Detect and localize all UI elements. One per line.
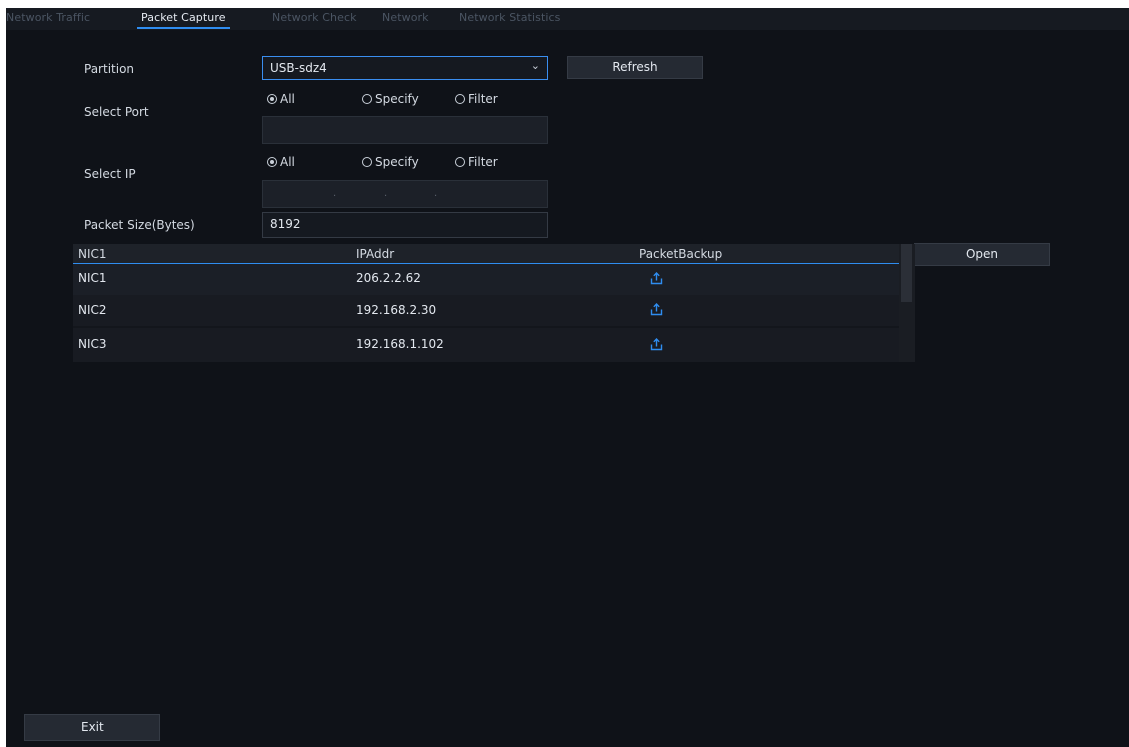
column-header-packetbackup[interactable]: PacketBackup <box>639 247 722 261</box>
open-button[interactable]: Open <box>914 243 1050 266</box>
radio-checked-icon <box>267 94 277 104</box>
port-radio-filter[interactable]: Filter <box>455 92 498 106</box>
tab-packet-capture[interactable]: Packet Capture <box>137 11 230 29</box>
refresh-button[interactable]: Refresh <box>567 56 703 79</box>
nic-cell: NIC3 <box>78 337 107 351</box>
table-header: NIC1 IPAddr PacketBackup <box>73 244 899 263</box>
nic-table: NIC1 IPAddr PacketBackup NIC1 206.2.2.62… <box>73 244 915 362</box>
ip-address-input[interactable]: · · · <box>262 180 548 208</box>
exit-button[interactable]: Exit <box>24 714 160 741</box>
partition-select[interactable]: USB-sdz4 ⌄ <box>262 56 548 80</box>
upload-icon[interactable] <box>650 338 663 351</box>
radio-icon <box>362 94 372 104</box>
column-header-ipaddr[interactable]: IPAddr <box>356 247 394 261</box>
table-row[interactable]: NIC2 192.168.2.30 <box>73 295 899 326</box>
packet-capture-window: Network Traffic Packet Capture Network C… <box>6 8 1129 747</box>
radio-icon <box>455 157 465 167</box>
packet-size-label: Packet Size(Bytes) <box>84 218 195 232</box>
table-scrollbar[interactable] <box>899 244 915 362</box>
tab-network-traffic[interactable]: Network Traffic <box>6 11 90 24</box>
ip-cell: 192.168.2.30 <box>356 303 437 317</box>
ip-radio-all[interactable]: All <box>267 155 295 169</box>
nic-cell: NIC2 <box>78 303 107 317</box>
tab-network[interactable]: Network <box>382 11 429 24</box>
tab-network-check[interactable]: Network Check <box>272 11 357 24</box>
ip-radio-specify[interactable]: Specify <box>362 155 419 169</box>
packet-size-input[interactable]: 8192 <box>262 212 548 238</box>
tab-network-statistics[interactable]: Network Statistics <box>459 11 561 24</box>
tab-bar: Network Traffic Packet Capture Network C… <box>6 8 1129 30</box>
ip-cell: 192.168.1.102 <box>356 337 444 351</box>
upload-icon[interactable] <box>650 272 663 285</box>
ip-cell: 206.2.2.62 <box>356 271 421 285</box>
port-input[interactable] <box>262 116 548 144</box>
packet-size-value: 8192 <box>270 217 301 231</box>
radio-icon <box>455 94 465 104</box>
radio-icon <box>362 157 372 167</box>
column-header-nic[interactable]: NIC1 <box>78 247 107 261</box>
ip-radio-filter[interactable]: Filter <box>455 155 498 169</box>
upload-icon[interactable] <box>650 303 663 316</box>
partition-value: USB-sdz4 <box>270 61 327 75</box>
select-port-label: Select Port <box>84 105 149 119</box>
chevron-down-icon: ⌄ <box>530 59 540 72</box>
partition-label: Partition <box>84 62 135 76</box>
nic-cell: NIC1 <box>78 271 107 285</box>
port-radio-specify[interactable]: Specify <box>362 92 419 106</box>
port-radio-all[interactable]: All <box>267 92 295 106</box>
scrollbar-thumb[interactable] <box>901 244 912 302</box>
table-row[interactable]: NIC3 192.168.1.102 <box>73 328 899 362</box>
select-ip-label: Select IP <box>84 167 136 181</box>
radio-checked-icon <box>267 157 277 167</box>
table-row[interactable]: NIC1 206.2.2.62 <box>73 263 899 296</box>
